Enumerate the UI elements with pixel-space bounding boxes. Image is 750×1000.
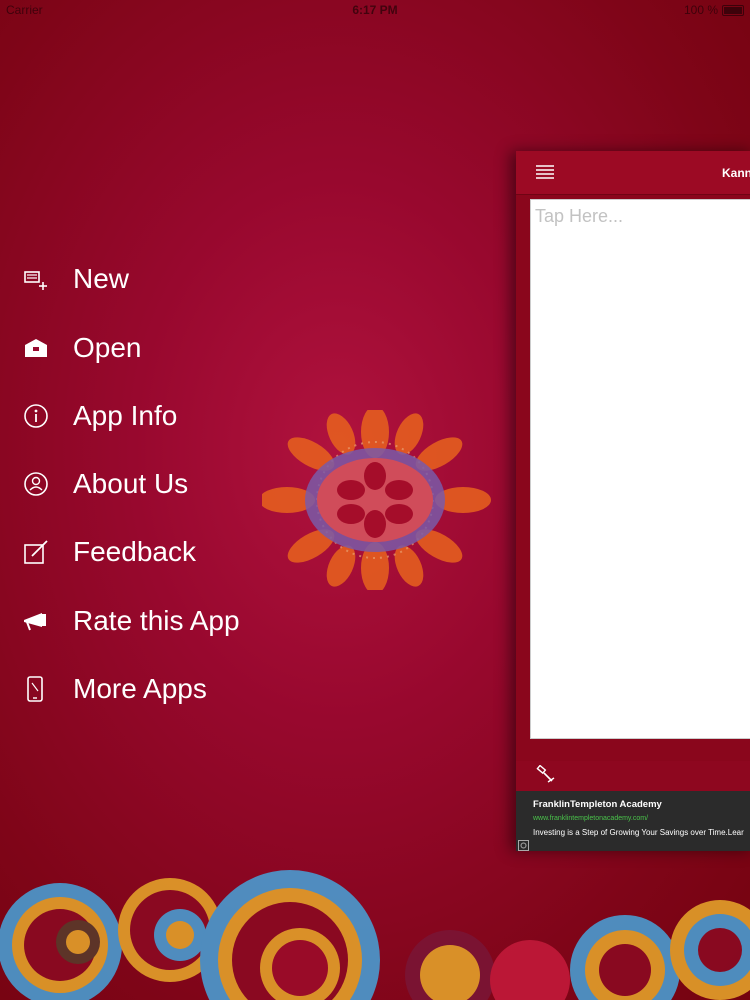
content-panel: Kann Tap Here... FranklinTempleton Acade… (516, 151, 750, 851)
ad-url: www.franklintempletonacademy.com/ (533, 815, 649, 822)
menu-label-feedback: Feedback (73, 536, 196, 567)
battery-icon (722, 4, 744, 16)
edit-pencil-icon (22, 538, 50, 566)
menu-item-feedback[interactable]: Feedback (0, 527, 300, 577)
panel-toolbar (516, 761, 750, 791)
panel-title: Kann (722, 166, 750, 180)
info-icon (22, 402, 50, 430)
menu-label-new: New (73, 263, 130, 294)
menu-item-open[interactable]: Open (0, 323, 300, 373)
note-text-area[interactable]: Tap Here... (530, 199, 750, 739)
ad-text: Investing is a Step of Growing Your Savi… (533, 828, 744, 837)
open-box-icon (22, 334, 50, 362)
battery-percent: 100 % (683, 3, 718, 17)
menu-item-app-info[interactable]: App Info (0, 391, 300, 441)
menu-item-more-apps[interactable]: More Apps (0, 664, 300, 714)
ad-title: FranklinTempleton Academy (533, 799, 662, 810)
panel-navbar: Kann (516, 151, 750, 195)
menu-item-about-us[interactable]: About Us (0, 459, 300, 509)
ad-choices-icon[interactable] (518, 838, 529, 851)
menu-item-new[interactable]: New (0, 254, 300, 304)
megaphone-icon (22, 607, 50, 635)
hamburger-menu-icon[interactable] (536, 165, 554, 179)
clear-brush-icon[interactable] (536, 764, 556, 785)
new-note-icon (22, 265, 50, 293)
menu-label-about-us: About Us (73, 468, 189, 499)
swirl-decoration (0, 870, 750, 1000)
battery-status: 100 % (684, 3, 744, 17)
menu-label-rate-app: Rate this App (73, 605, 240, 636)
about-person-icon (22, 470, 50, 498)
note-placeholder: Tap Here... (535, 206, 624, 226)
menu-label-open: Open (73, 332, 142, 363)
menu-item-rate-app[interactable]: Rate this App (0, 596, 300, 646)
menu-label-app-info: App Info (73, 400, 178, 431)
status-time: 6:17 PM (352, 3, 398, 17)
status-bar: Carrier 6:17 PM 100 % (0, 0, 750, 20)
mobile-apps-icon (22, 675, 50, 703)
ad-banner[interactable]: FranklinTempleton Academy www.franklinte… (516, 791, 750, 851)
menu-label-more-apps: More Apps (73, 673, 207, 704)
